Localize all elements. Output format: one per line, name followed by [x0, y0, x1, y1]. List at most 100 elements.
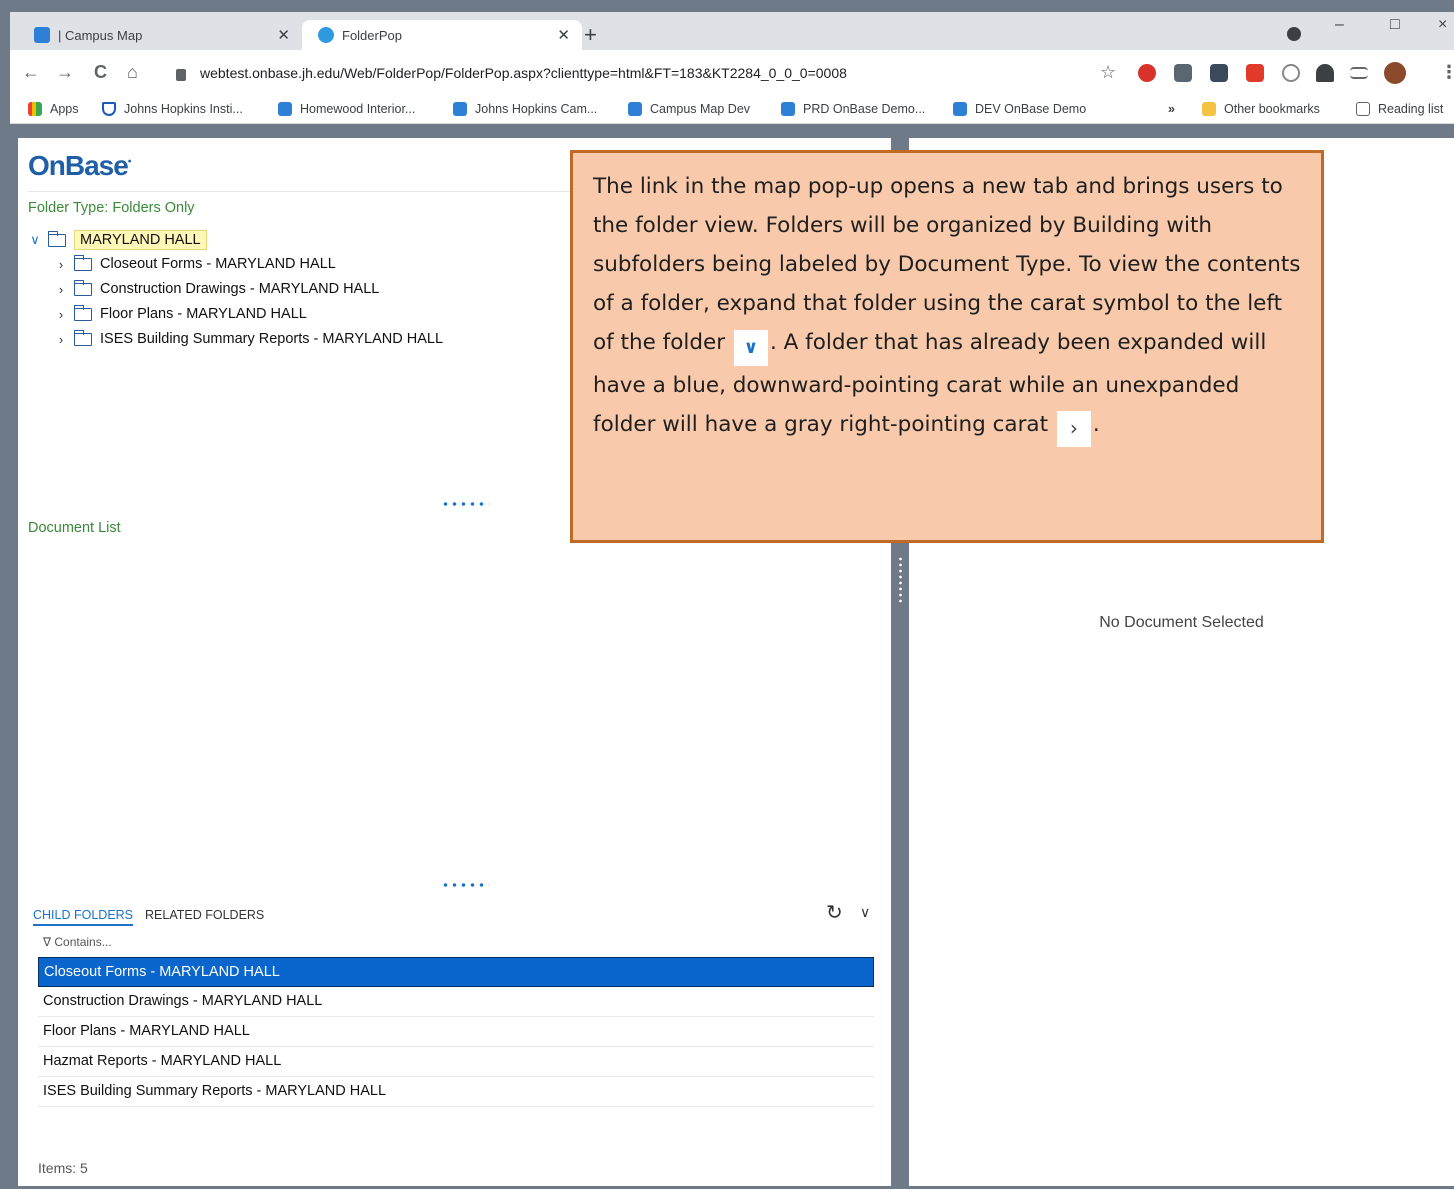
tab-child-folders[interactable]: CHILD FOLDERS — [33, 908, 134, 926]
folder-icon — [47, 230, 66, 247]
shield-icon — [102, 102, 116, 116]
folder-icon — [73, 279, 92, 296]
onbase-favicon-icon — [34, 27, 50, 43]
extension-icon[interactable] — [1174, 64, 1192, 82]
bookmark-apps[interactable]: Apps — [28, 102, 79, 116]
child-folder-list: Closeout Forms - MARYLAND HALL Construct… — [38, 957, 874, 1107]
browser-tab-bar: | Campus Map ✕ FolderPop ✕ + – □ × — [10, 12, 1454, 50]
extension-icon[interactable] — [1246, 64, 1264, 82]
bookmark-label: Apps — [50, 102, 79, 116]
maximize-button[interactable]: □ — [1390, 16, 1400, 34]
puzzle-extensions-icon[interactable] — [1316, 64, 1334, 82]
collapsed-carat-example: › — [1056, 411, 1091, 447]
tree-item-label: Closeout Forms - MARYLAND HALL — [100, 256, 336, 272]
check-extension-icon[interactable] — [1282, 64, 1300, 82]
chevron-right-icon[interactable]: › — [54, 257, 68, 272]
refresh-icon[interactable]: ↻ — [826, 900, 843, 925]
expanded-carat-example: ∨ — [733, 330, 768, 366]
document-list-label: Document List — [28, 520, 121, 536]
close-window-button[interactable]: × — [1438, 16, 1447, 34]
avatar[interactable] — [1384, 62, 1406, 84]
apps-grid-icon — [28, 102, 42, 116]
tab-folderpop[interactable]: FolderPop ✕ — [302, 20, 582, 50]
bookmark-label: Campus Map Dev — [650, 102, 751, 116]
items-count: Items: 5 — [38, 1160, 88, 1176]
more-bookmarks-button[interactable]: » — [1168, 102, 1175, 116]
extension-icon[interactable] — [1210, 64, 1228, 82]
onbase-favicon-icon — [953, 102, 967, 116]
child-tabs: CHILD FOLDERS RELATED FOLDERS — [33, 908, 276, 926]
tab-related-folders[interactable]: RELATED FOLDERS — [145, 908, 264, 926]
bookmark-campus-map-dev[interactable]: Campus Map Dev — [628, 102, 750, 116]
bookmark-jh-campus[interactable]: Johns Hopkins Cam... — [453, 102, 597, 116]
bookmark-prd-onbase[interactable]: PRD OnBase Demo... — [781, 102, 925, 116]
folder-icon — [73, 329, 92, 346]
close-tab-icon[interactable]: ✕ — [277, 26, 290, 44]
bookmark-jh-institute[interactable]: Johns Hopkins Insti... — [102, 102, 243, 116]
tab-title: | Campus Map — [58, 27, 143, 43]
list-item[interactable]: Closeout Forms - MARYLAND HALL — [38, 957, 874, 987]
address-bar[interactable]: webtest.onbase.jh.edu/Web/FolderPop/Fold… — [176, 57, 1126, 89]
chevron-down-icon[interactable]: ∨ — [28, 232, 42, 248]
media-control-icon[interactable] — [1287, 27, 1301, 41]
bookmark-homewood[interactable]: Homewood Interior... — [278, 102, 415, 116]
minimize-button[interactable]: – — [1335, 16, 1344, 34]
resize-handle[interactable] — [441, 882, 489, 888]
reading-list-button[interactable]: Reading list — [1356, 102, 1443, 116]
new-tab-button[interactable]: + — [584, 22, 597, 48]
tree-item-label: Construction Drawings - MARYLAND HALL — [100, 281, 380, 297]
callout-text-3: . — [1092, 412, 1100, 437]
reload-button[interactable]: C — [94, 62, 107, 83]
chevron-right-icon[interactable]: › — [54, 307, 68, 322]
list-item[interactable]: Floor Plans - MARYLAND HALL — [38, 1017, 874, 1047]
bookmark-label: DEV OnBase Demo — [975, 102, 1087, 116]
list-item[interactable]: Construction Drawings - MARYLAND HALL — [38, 987, 874, 1017]
reading-queue-icon[interactable] — [1350, 67, 1368, 79]
tree-item[interactable]: › Floor Plans - MARYLAND HALL — [54, 304, 307, 322]
folder-icon — [1202, 102, 1216, 116]
adblock-extension-icon[interactable] — [1138, 64, 1156, 82]
bookmark-star-icon[interactable]: ☆ — [1100, 62, 1116, 83]
onbase-favicon-icon — [628, 102, 642, 116]
bookmarks-bar: Apps Johns Hopkins Insti... Homewood Int… — [10, 96, 1454, 124]
tree-item-label: Floor Plans - MARYLAND HALL — [100, 306, 307, 322]
url-text: webtest.onbase.jh.edu/Web/FolderPop/Fold… — [200, 65, 847, 81]
folder-type-label: Folder Type: Folders Only — [28, 200, 195, 216]
bookmark-label: Johns Hopkins Insti... — [124, 102, 243, 116]
reading-list-icon — [1356, 102, 1370, 116]
chevron-right-icon[interactable]: › — [54, 332, 68, 347]
bookmark-label: Reading list — [1378, 102, 1444, 116]
list-item[interactable]: ISES Building Summary Reports - MARYLAND… — [38, 1077, 874, 1107]
instruction-callout: The link in the map pop-up opens a new t… — [570, 150, 1324, 543]
list-item[interactable]: Hazmat Reports - MARYLAND HALL — [38, 1047, 874, 1077]
home-button[interactable]: ⌂ — [127, 62, 138, 83]
no-document-message: No Document Selected — [1099, 614, 1264, 631]
tab-title: FolderPop — [342, 27, 402, 43]
tree-item[interactable]: › ISES Building Summary Reports - MARYLA… — [54, 329, 444, 347]
forward-button[interactable]: → — [56, 62, 74, 83]
bookmark-other[interactable]: Other bookmarks — [1202, 102, 1320, 116]
folder-icon — [73, 304, 92, 321]
divider — [28, 191, 588, 192]
bookmark-label: PRD OnBase Demo... — [803, 102, 926, 116]
back-button[interactable]: ← — [22, 62, 40, 83]
tree-root-folder[interactable]: ∨ MARYLAND HALL — [28, 230, 207, 250]
browser-toolbar: ← → C ⌂ webtest.onbase.jh.edu/Web/Folder… — [10, 50, 1454, 96]
folder-icon — [73, 254, 92, 271]
tree-item[interactable]: › Construction Drawings - MARYLAND HALL — [54, 279, 380, 297]
onbase-favicon-icon — [278, 102, 292, 116]
filter-input[interactable]: ∇ Contains... — [43, 935, 112, 949]
bookmark-dev-onbase[interactable]: DEV OnBase Demo — [953, 102, 1086, 116]
vertical-splitter[interactable] — [899, 556, 902, 604]
kebab-menu-icon[interactable]: ⋮ — [1440, 62, 1454, 83]
close-tab-icon[interactable]: ✕ — [557, 26, 570, 44]
tab-campus-map[interactable]: | Campus Map ✕ — [18, 20, 302, 50]
resize-handle[interactable] — [441, 501, 489, 507]
chevron-down-icon[interactable]: ∨ — [860, 904, 870, 921]
chevron-down-icon: ∨ — [743, 337, 759, 358]
chevron-right-icon[interactable]: › — [54, 282, 68, 297]
bookmark-label: Johns Hopkins Cam... — [475, 102, 598, 116]
onbase-favicon-icon — [453, 102, 467, 116]
tree-item[interactable]: › Closeout Forms - MARYLAND HALL — [54, 254, 336, 272]
tree-item-label: ISES Building Summary Reports - MARYLAND… — [100, 331, 444, 347]
